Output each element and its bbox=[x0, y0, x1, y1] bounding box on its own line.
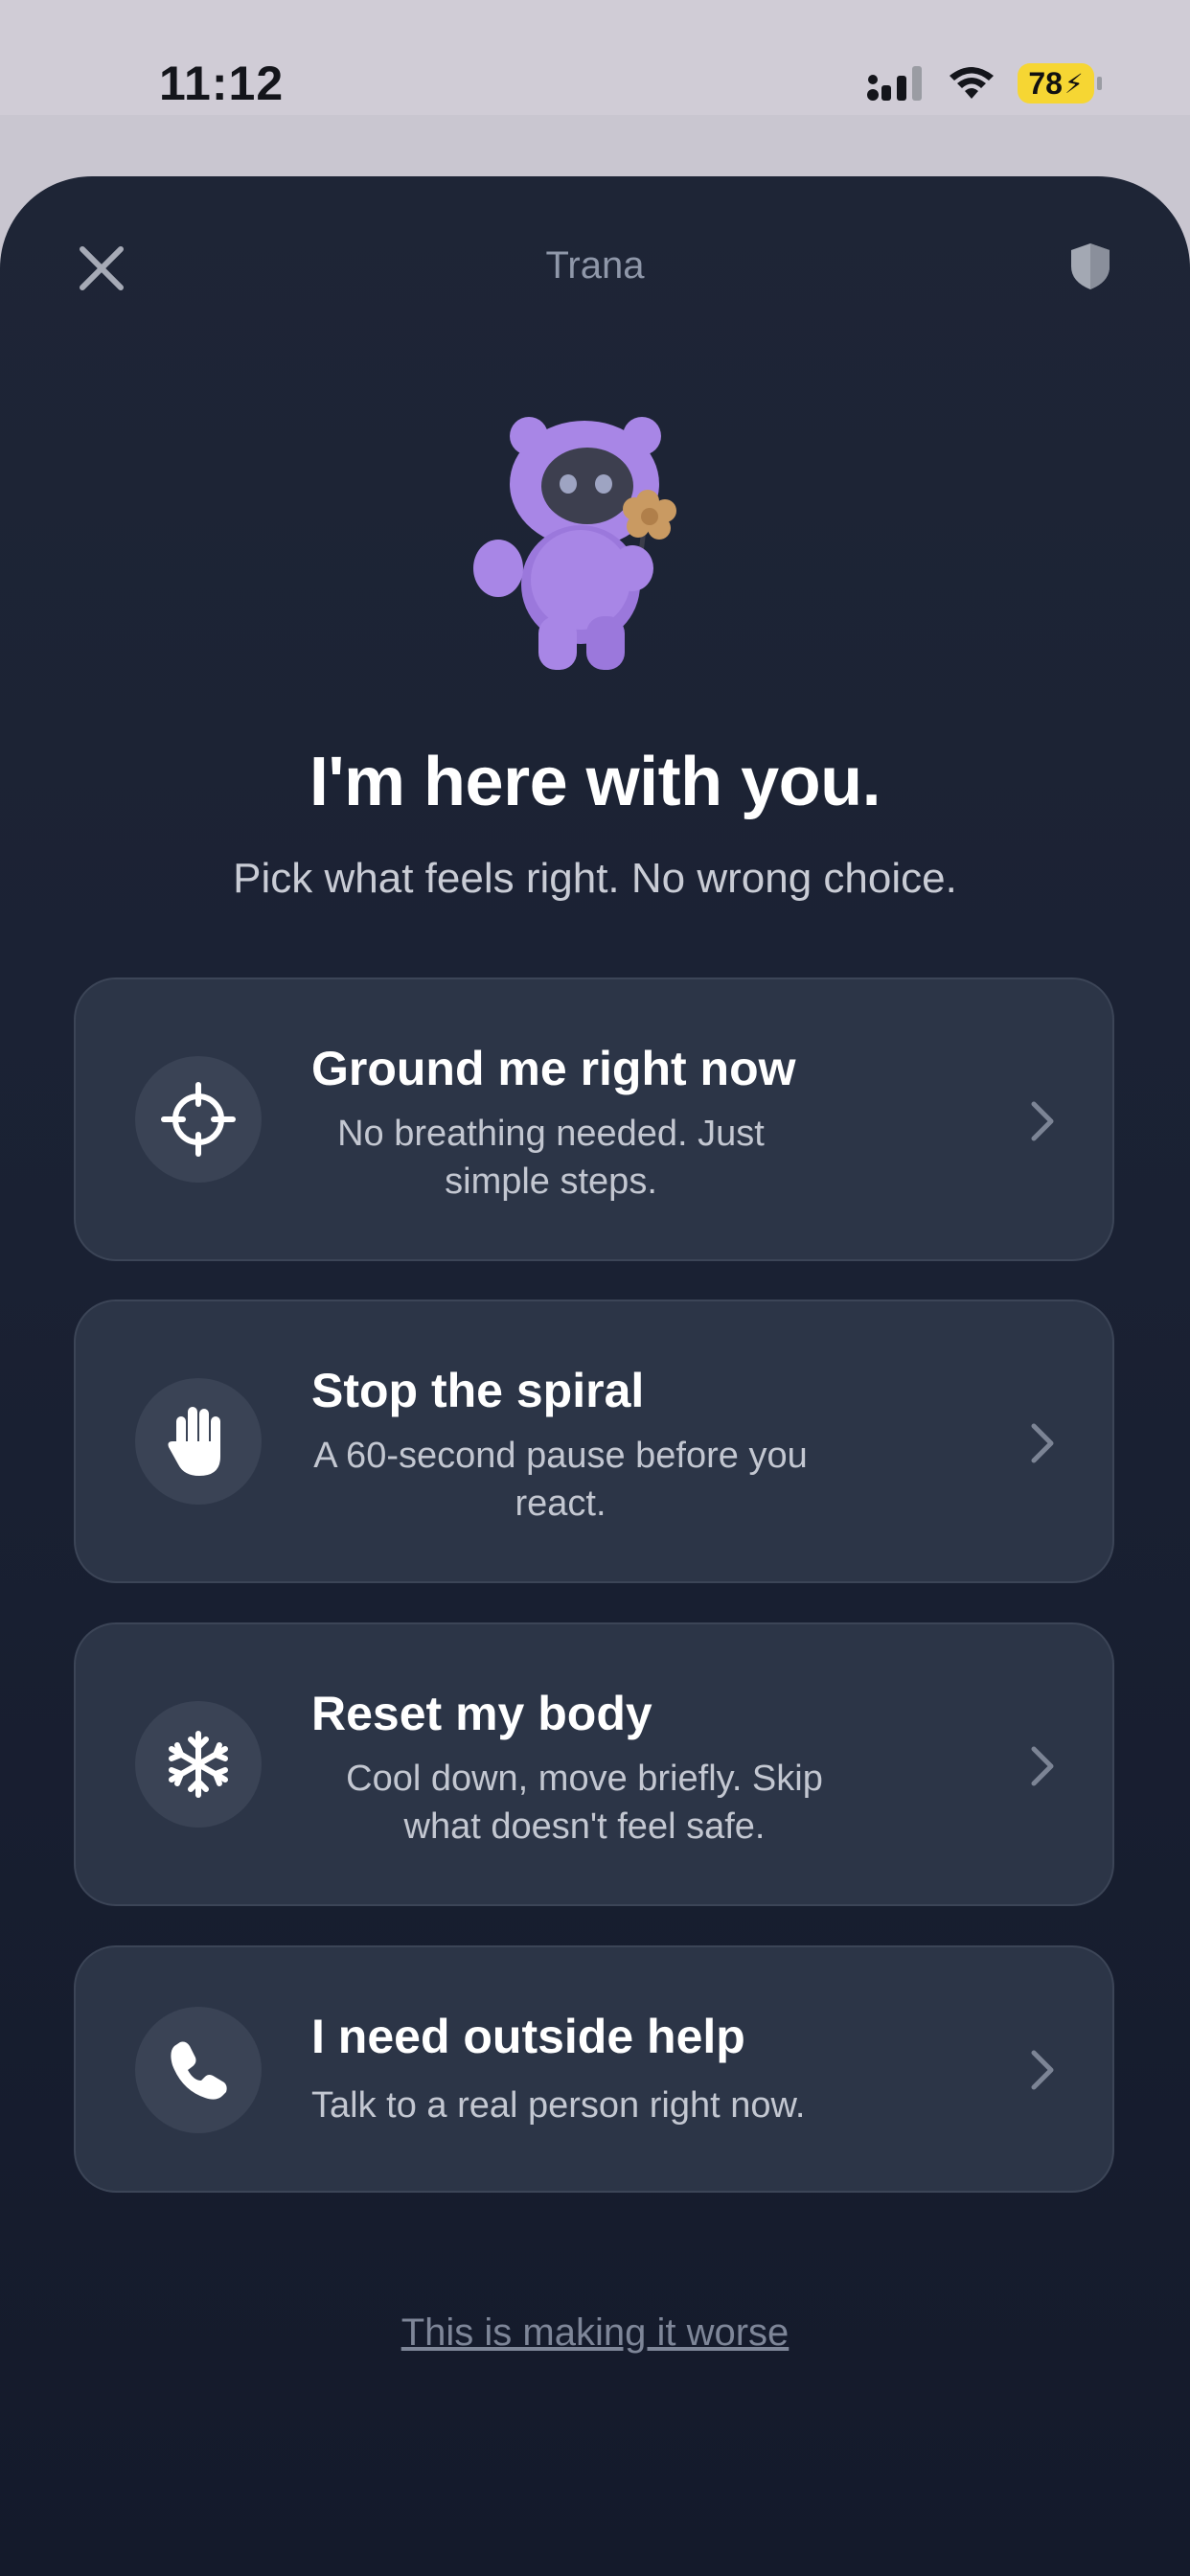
option-title: Ground me right now bbox=[311, 1042, 796, 1095]
chevron-right-icon bbox=[1031, 1746, 1054, 1786]
page-heading: I'm here with you. bbox=[309, 744, 881, 820]
option-description: No breathing needed. Just simple steps. bbox=[337, 1114, 765, 1202]
option-title: Reset my body bbox=[311, 1687, 652, 1740]
making-it-worse-link[interactable]: This is making it worse bbox=[0, 2312, 1190, 2355]
shield-icon bbox=[1071, 243, 1110, 289]
hand-icon bbox=[168, 1407, 220, 1476]
option-icon-container bbox=[135, 1701, 262, 1828]
status-icons: 78 ⚡ bbox=[866, 59, 1102, 107]
privacy-shield-button[interactable] bbox=[1067, 242, 1113, 291]
option-title: I need outside help bbox=[311, 2010, 745, 2063]
option-icon-container bbox=[135, 2007, 262, 2133]
chevron-right-icon bbox=[1031, 1423, 1054, 1463]
cellular-signal-icon bbox=[867, 66, 922, 101]
option-description: Talk to a real person right now. bbox=[311, 2085, 806, 2126]
chevron-right-icon bbox=[1031, 1101, 1054, 1141]
chevron-right-icon bbox=[1031, 2050, 1054, 2090]
option-card-reset-body[interactable]: Reset my body Cool down, move briefly. S… bbox=[74, 1622, 1114, 1906]
charging-bolt-icon: ⚡ bbox=[1064, 68, 1084, 99]
option-title: Stop the spiral bbox=[311, 1364, 645, 1417]
option-description: Cool down, move briefly. Skip what doesn… bbox=[346, 1759, 823, 1847]
status-bar: 11:12 78 ⚡ bbox=[0, 0, 1190, 115]
crosshair-icon bbox=[161, 1082, 236, 1157]
option-card-ground[interactable]: Ground me right now No breathing needed.… bbox=[74, 978, 1114, 1261]
option-description: A 60-second pause before you react. bbox=[313, 1436, 808, 1524]
option-card-outside-help[interactable]: I need outside help Talk to a real perso… bbox=[74, 1945, 1114, 2193]
snowflake-icon bbox=[169, 1731, 228, 1798]
battery-indicator: 78 ⚡ bbox=[1018, 63, 1102, 104]
phone-icon bbox=[171, 2041, 227, 2100]
page-subheading: Pick what feels right. No wrong choice. bbox=[233, 855, 957, 902]
battery-level: 78 bbox=[1028, 65, 1063, 101]
option-icon-container bbox=[135, 1378, 262, 1505]
option-card-stop-spiral[interactable]: Stop the spiral A 60-second pause before… bbox=[74, 1300, 1114, 1583]
option-icon-container bbox=[135, 1056, 262, 1183]
header-title: Trana bbox=[545, 244, 645, 287]
status-time: 11:12 bbox=[159, 57, 285, 110]
mascot-illustration bbox=[473, 417, 676, 670]
wifi-icon bbox=[950, 67, 994, 99]
